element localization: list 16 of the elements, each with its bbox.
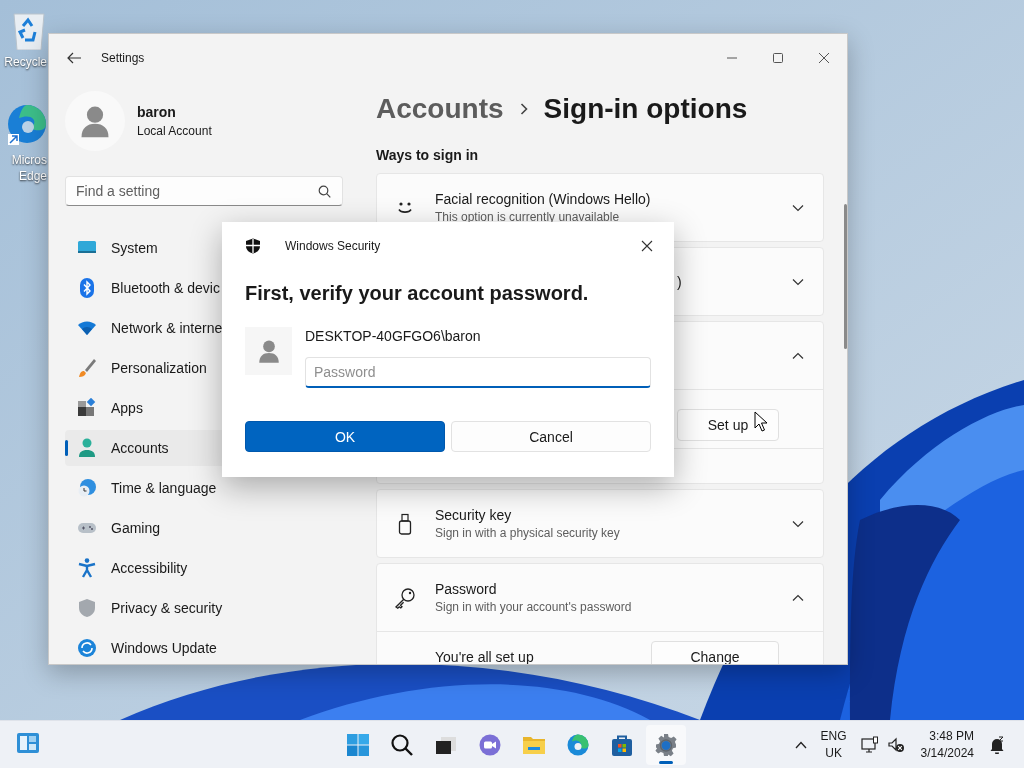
window-title: Settings (101, 51, 145, 65)
user-name: baron (137, 104, 177, 120)
user-account: DESKTOP-40GFGO6\baron (305, 327, 482, 345)
account-type: Local Account (137, 124, 212, 138)
section-title: Ways to sign in (376, 146, 480, 165)
option-title: Facial recognition (Windows Hello) (435, 191, 652, 207)
dialog-heading: First, verify your account password. (245, 281, 590, 306)
option-title: Security key (435, 507, 513, 523)
option-description: Sign in with a physical security key (435, 526, 621, 540)
option-description: This option is currently unavailable (435, 210, 621, 224)
status-text: You're all set up (435, 649, 534, 664)
dialog-title: Windows Security (285, 239, 381, 253)
option-description: Sign in with your account's password (435, 600, 633, 614)
option-title: Password (435, 581, 498, 597)
page-title: Sign-in options (543, 92, 748, 126)
option-title: ) (677, 273, 683, 290)
